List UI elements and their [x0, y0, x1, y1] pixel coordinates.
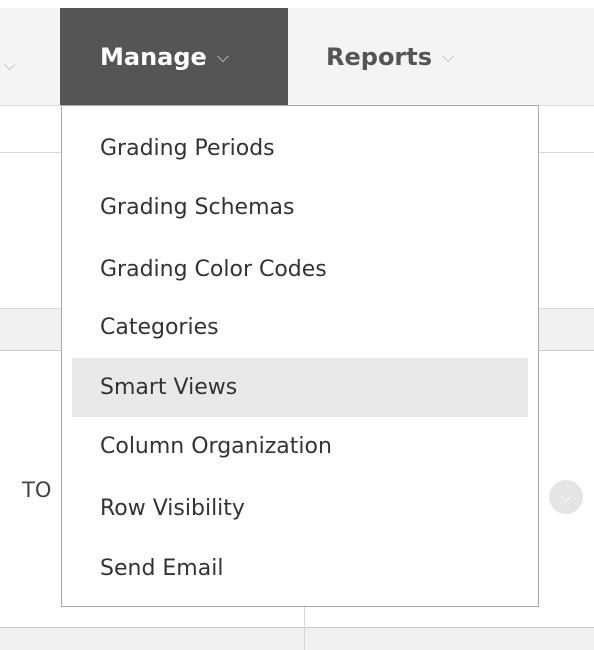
nav-reports-label: Reports — [326, 42, 433, 71]
nav-manage-label: Manage — [100, 42, 207, 71]
menu-item-label: Grading Color Codes — [100, 257, 327, 282]
chevron-down-icon: ⌵ — [216, 46, 229, 66]
menu-item-label: Send Email — [100, 556, 224, 581]
grid-cell-text: TO — [22, 478, 52, 502]
grid-column-divider — [304, 607, 305, 650]
menu-item-label: Smart Views — [100, 375, 238, 400]
menu-item-label: Grading Schemas — [100, 195, 295, 220]
chevron-down-icon[interactable]: ⌵ — [4, 56, 15, 74]
manage-dropdown-menu: Grading Periods Grading Schemas Grading … — [61, 105, 539, 607]
circle-chevron-down-icon[interactable]: ⌵ — [549, 480, 583, 514]
grid-row-band — [0, 627, 594, 650]
menu-item-smart-views[interactable]: Smart Views — [72, 358, 528, 417]
menu-item-label: Column Organization — [100, 434, 332, 459]
grid-divider — [0, 627, 594, 628]
menu-item-column-organization[interactable]: Column Organization — [72, 417, 528, 476]
menu-item-label: Grading Periods — [100, 136, 275, 161]
menu-item-categories[interactable]: Categories — [72, 298, 528, 357]
nav-reports-menu[interactable]: Reports ⌵ — [326, 8, 454, 105]
menu-item-send-email[interactable]: Send Email — [72, 539, 528, 598]
nav-manage-menu[interactable]: Manage ⌵ — [60, 8, 288, 105]
gradebook-view: ⌵ Manage ⌵ Reports ⌵ TO ⌵ Grading Period… — [0, 0, 594, 650]
menu-item-grading-schemas[interactable]: Grading Schemas — [72, 178, 528, 237]
top-nav-bar: ⌵ Manage ⌵ Reports ⌵ — [0, 8, 594, 106]
menu-item-grading-periods[interactable]: Grading Periods — [72, 119, 528, 178]
menu-item-label: Categories — [100, 315, 219, 340]
chevron-down-icon: ⌵ — [442, 46, 455, 66]
menu-item-grading-color-codes[interactable]: Grading Color Codes — [72, 240, 528, 299]
menu-item-label: Row Visibility — [100, 496, 245, 521]
menu-item-row-visibility[interactable]: Row Visibility — [72, 479, 528, 538]
